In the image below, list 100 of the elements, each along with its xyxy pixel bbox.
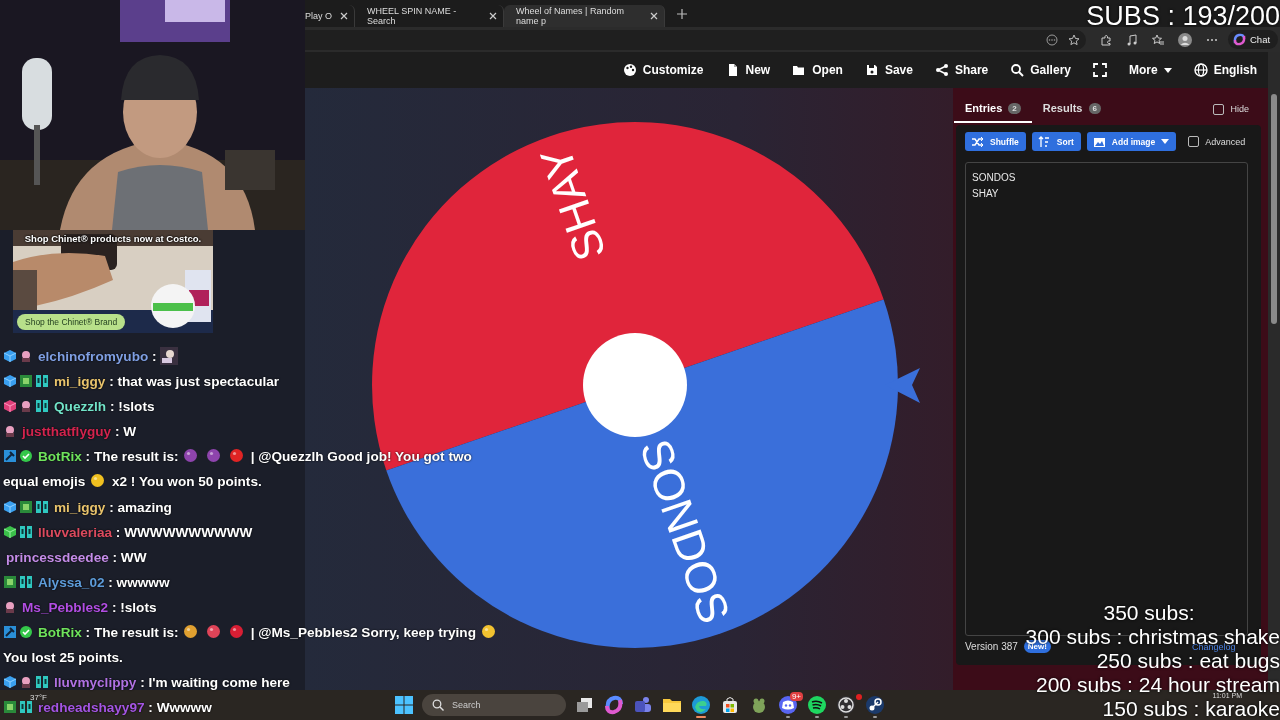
cube-icon <box>3 374 17 389</box>
browser-tab[interactable]: Play O <box>305 4 355 27</box>
bars-icon <box>19 700 33 715</box>
figure-icon <box>3 424 17 439</box>
chat-text: : The result is: <box>85 449 179 465</box>
check-icon <box>19 625 33 640</box>
bars-icon <box>35 675 49 690</box>
browser-icon <box>691 695 711 715</box>
checkbox-label: Hide <box>1230 104 1249 114</box>
chat-text: : !slots <box>109 399 155 415</box>
caret-icon <box>1161 139 1170 144</box>
close-icon[interactable] <box>489 11 497 20</box>
cube-icon <box>3 675 17 690</box>
chat-username[interactable]: mi_iggy <box>54 374 106 390</box>
tab-title: Play O <box>305 10 332 21</box>
chat-text: : <box>152 349 157 364</box>
figure-icon <box>19 399 33 414</box>
checkbox[interactable] <box>1213 103 1225 115</box>
sound-waves-icon <box>807 695 827 715</box>
shuffle-icon <box>971 135 984 148</box>
square-badge-icon <box>3 700 17 715</box>
check-icon <box>19 449 33 464</box>
notification-badge: 9+ <box>789 692 803 701</box>
chat-text: | @Ms_Pebbles2 Sorry, keep trying <box>250 625 476 641</box>
chat-text: : amazing <box>109 499 172 515</box>
tool-button[interactable]: Shuffle <box>965 132 1026 151</box>
chat-text: You lost 25 points. <box>3 650 123 666</box>
figure-icon <box>19 675 33 690</box>
bars-icon <box>19 574 33 589</box>
chat-username[interactable]: BotRix <box>38 449 82 465</box>
checkbox-label: Advanced <box>1205 136 1246 147</box>
share-icon <box>934 63 949 77</box>
chat-text: : WW <box>112 549 147 565</box>
address-field[interactable] <box>305 29 1086 50</box>
square-badge-icon <box>19 374 33 389</box>
nav-button[interactable]: New <box>725 63 771 77</box>
browser-tab[interactable]: Wheel of Names | Random name p <box>504 4 665 27</box>
goal-text: 150 subs : karaoke <box>1102 700 1280 717</box>
wheel-hub[interactable] <box>583 333 687 437</box>
image-icon <box>1092 135 1106 148</box>
start-icon[interactable] <box>395 696 413 714</box>
search-icon <box>432 699 444 711</box>
ad-button[interactable]: Shop the Chinet® Brand <box>17 314 126 330</box>
chat-text: : that was just spectacular <box>109 374 280 390</box>
emote-icon <box>160 347 179 365</box>
chat-username[interactable]: lluvvaleriaa <box>38 524 113 540</box>
chat-username[interactable]: Ms_Pebbles2 <box>22 599 109 615</box>
checkbox[interactable] <box>1188 136 1200 147</box>
chat-username[interactable]: elchinofromyubo <box>38 349 149 364</box>
favorites-icon[interactable] <box>1152 33 1164 46</box>
chat-username[interactable]: mi_iggy <box>54 499 106 515</box>
music-icon[interactable] <box>1126 33 1138 46</box>
chat-username[interactable]: princessdeedee <box>6 549 109 565</box>
chat-username[interactable]: Quezzlh <box>54 399 107 415</box>
nav-button[interactable]: Open <box>792 63 843 77</box>
tool-button[interactable]: Sort <box>1031 132 1081 151</box>
more-icon[interactable] <box>1046 33 1058 46</box>
close-icon[interactable] <box>650 11 658 20</box>
chat-username[interactable]: lluvmyclippy <box>54 675 137 691</box>
chat-text: equal emojis <box>3 474 86 490</box>
bars-icon <box>35 399 49 414</box>
search-icon <box>1010 63 1025 77</box>
plus-icon[interactable] <box>677 8 687 19</box>
puzzle-icon[interactable] <box>1100 33 1112 46</box>
panel-tab[interactable]: Results 6 <box>1031 95 1112 123</box>
people-icon <box>633 695 653 715</box>
running-indicator <box>696 716 706 718</box>
pickaxe-icon <box>3 449 17 464</box>
count-badge: 2 <box>1008 102 1021 114</box>
folder-icon <box>792 63 807 77</box>
bars-icon <box>35 374 49 389</box>
star-icon[interactable] <box>1068 33 1080 46</box>
ring-icon <box>836 695 856 715</box>
panel-tab[interactable]: Entries 2 <box>954 95 1032 123</box>
search-field[interactable]: Search <box>422 694 566 716</box>
chat-text: : The result is: <box>85 625 179 641</box>
nav-button[interactable]: English <box>1193 63 1257 77</box>
chat-button[interactable]: Chat <box>1228 30 1279 49</box>
profile-icon[interactable] <box>1178 32 1192 47</box>
chat-username[interactable]: Alyssa_02 <box>38 574 105 590</box>
nav-button[interactable]: Share <box>934 63 989 77</box>
running-indicator <box>844 716 848 718</box>
swirl-icon <box>1233 33 1246 46</box>
nav-button[interactable]: Customize <box>622 63 704 77</box>
chat-username[interactable]: BotRix <box>38 625 82 641</box>
fullscreen-icon[interactable] <box>1093 63 1107 77</box>
nav-button[interactable]: More <box>1129 63 1172 77</box>
cube-icon <box>3 499 17 514</box>
nav-button[interactable]: Gallery <box>1010 63 1071 77</box>
running-indicator <box>815 716 819 718</box>
chat-text: : WWWWWWWWWW <box>115 524 253 540</box>
close-icon[interactable] <box>340 11 348 20</box>
taskbar-app[interactable]: 9+ <box>773 692 803 718</box>
palette-icon <box>622 63 637 77</box>
globe-icon <box>1193 63 1208 77</box>
tool-button[interactable]: Add image <box>1086 132 1177 151</box>
nav-button[interactable]: Save <box>864 63 913 77</box>
chat-username[interactable]: redheadshayy97 <box>38 700 145 716</box>
chat-text: : I'm waiting come here <box>140 675 290 691</box>
bag-icon <box>720 695 740 715</box>
